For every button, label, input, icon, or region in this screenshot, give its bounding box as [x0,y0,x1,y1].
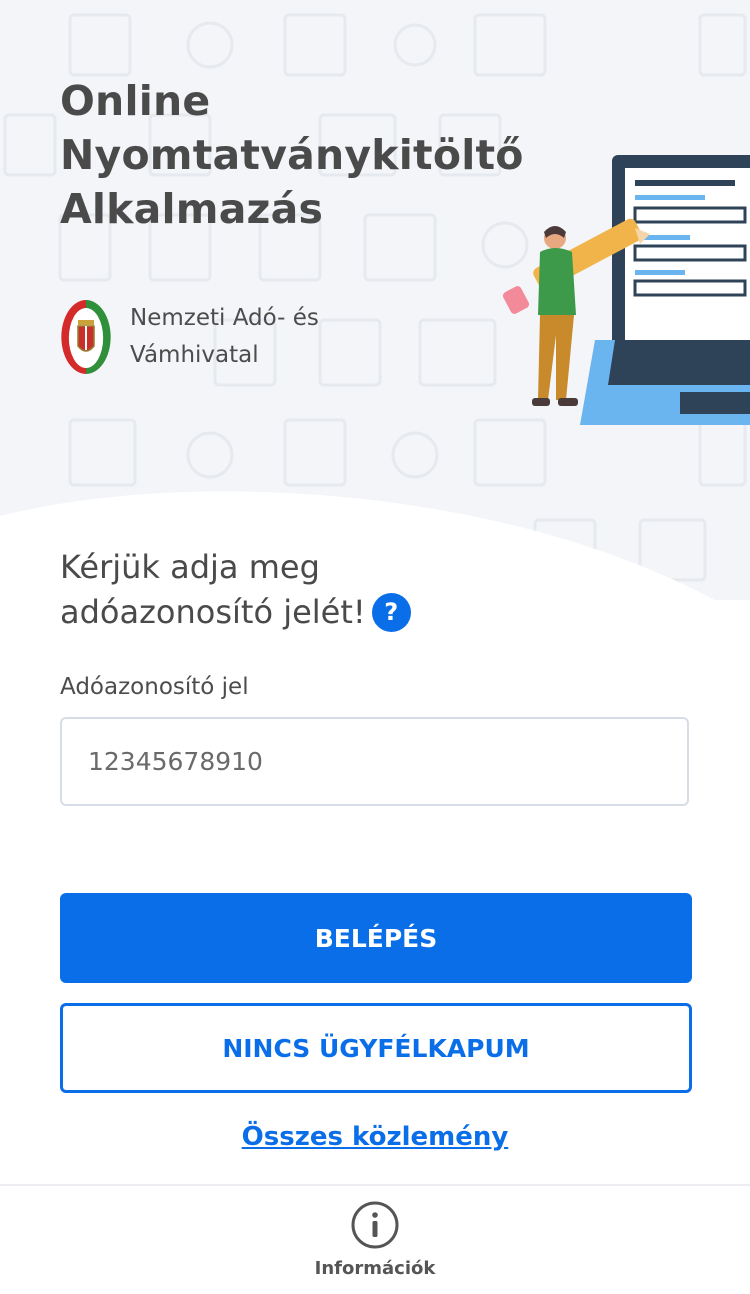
form-filling-illustration [502,155,750,425]
nav-item-information[interactable]: Információk [300,1200,450,1290]
tax-id-input[interactable] [60,717,689,806]
all-notices-container: Összes közlemény [0,1122,750,1152]
login-prompt: Kérjük adja meg adóazonosító jelét!? [60,545,500,635]
login-prompt-text: Kérjük adja meg adóazonosító jelét! [60,548,366,631]
bottom-nav: Információk [0,1184,750,1294]
help-icon[interactable]: ? [371,593,411,632]
info-icon [351,1201,399,1249]
agency-name: Nemzeti Adó- és Vámhivatal [130,305,319,368]
no-client-gate-button[interactable]: NINCS ÜGYFÉLKAPUM [60,1003,692,1093]
tax-id-label: Adóazonosító jel [60,674,249,700]
nav-item-information-label: Információk [314,1258,436,1279]
agency-block: Nemzeti Adó- és Vámhivatal [60,298,370,376]
all-notices-link[interactable]: Összes közlemény [242,1122,509,1152]
login-button[interactable]: BELÉPÉS [60,893,692,983]
nav-emblem-icon [61,300,111,374]
